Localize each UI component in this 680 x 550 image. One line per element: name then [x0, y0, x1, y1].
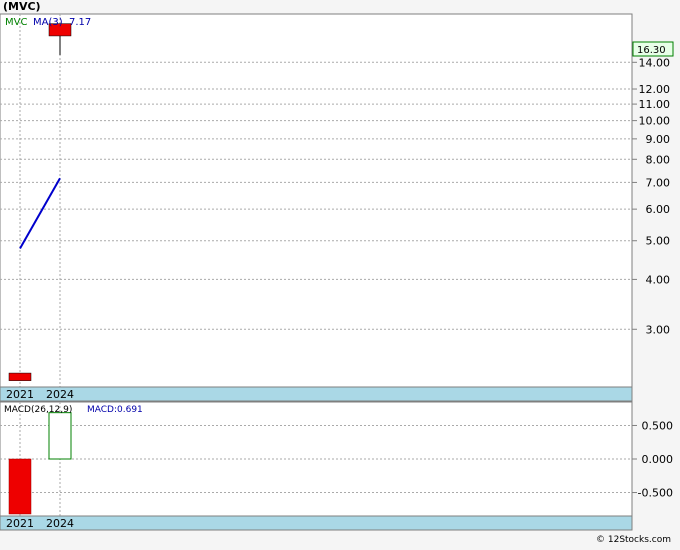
- axis-labels: 3.00 4.00 5.00 6.00 7.00 8.00 9.00 10.00 11.00 12…: [632, 56, 674, 500]
- chart-title: (MVC): [3, 0, 41, 13]
- stock-chart-canvas: 3.00 4.00 5.00 6.00 7.00 8.00 9.00 10.00 11.00 12…: [0, 0, 674, 545]
- price-tick-label: 6.00: [646, 203, 671, 216]
- macd-tick-label: -0.500: [638, 487, 673, 500]
- price-tick-label: 8.00: [646, 153, 671, 166]
- legend-symbol: MVC: [5, 17, 27, 28]
- price-tick-label: 3.00: [646, 323, 671, 336]
- price-tick-label: 14.00: [639, 56, 671, 69]
- candle-body: [8, 372, 32, 381]
- price-x-tick-label: 2021: [6, 388, 34, 401]
- footer-credit: © 12Stocks.com: [596, 535, 671, 545]
- macd-x-tick-label: 2021: [6, 517, 34, 530]
- macd-tick-label: 0.000: [642, 453, 674, 466]
- price-tick-label: 9.00: [646, 133, 671, 146]
- price-tick-label: 7.00: [646, 176, 671, 189]
- macd-tick-label: 0.500: [642, 419, 674, 432]
- price-panel-frame: [0, 13, 633, 402]
- legend-ma-value: 7.17: [69, 17, 91, 28]
- price-x-tick-label: 2024: [46, 388, 74, 401]
- legend-ma-label: MA(3): [33, 17, 63, 28]
- macd-bar: [48, 412, 72, 460]
- stock-chart: 3.00 4.00 5.00 6.00 7.00 8.00 9.00 10.00 11.00 12…: [0, 0, 680, 546]
- price-tick-label: 4.00: [646, 273, 671, 286]
- last-price-label: 16.30: [637, 45, 666, 56]
- macd-legend-value: MACD:0.691: [87, 405, 143, 415]
- price-x-axis-band: [0, 386, 633, 402]
- price-tick-label: 5.00: [646, 235, 671, 248]
- macd-bar: [8, 458, 32, 515]
- macd-x-axis-band: [0, 515, 633, 531]
- price-tick-label: 12.00: [639, 83, 671, 96]
- price-tick-label: 10.00: [639, 115, 671, 128]
- macd-x-tick-label: 2024: [46, 517, 74, 530]
- macd-legend-name: MACD(26,12,9): [4, 405, 72, 415]
- macd-panel-frame: [0, 401, 633, 531]
- price-tick-label: 11.00: [639, 98, 671, 111]
